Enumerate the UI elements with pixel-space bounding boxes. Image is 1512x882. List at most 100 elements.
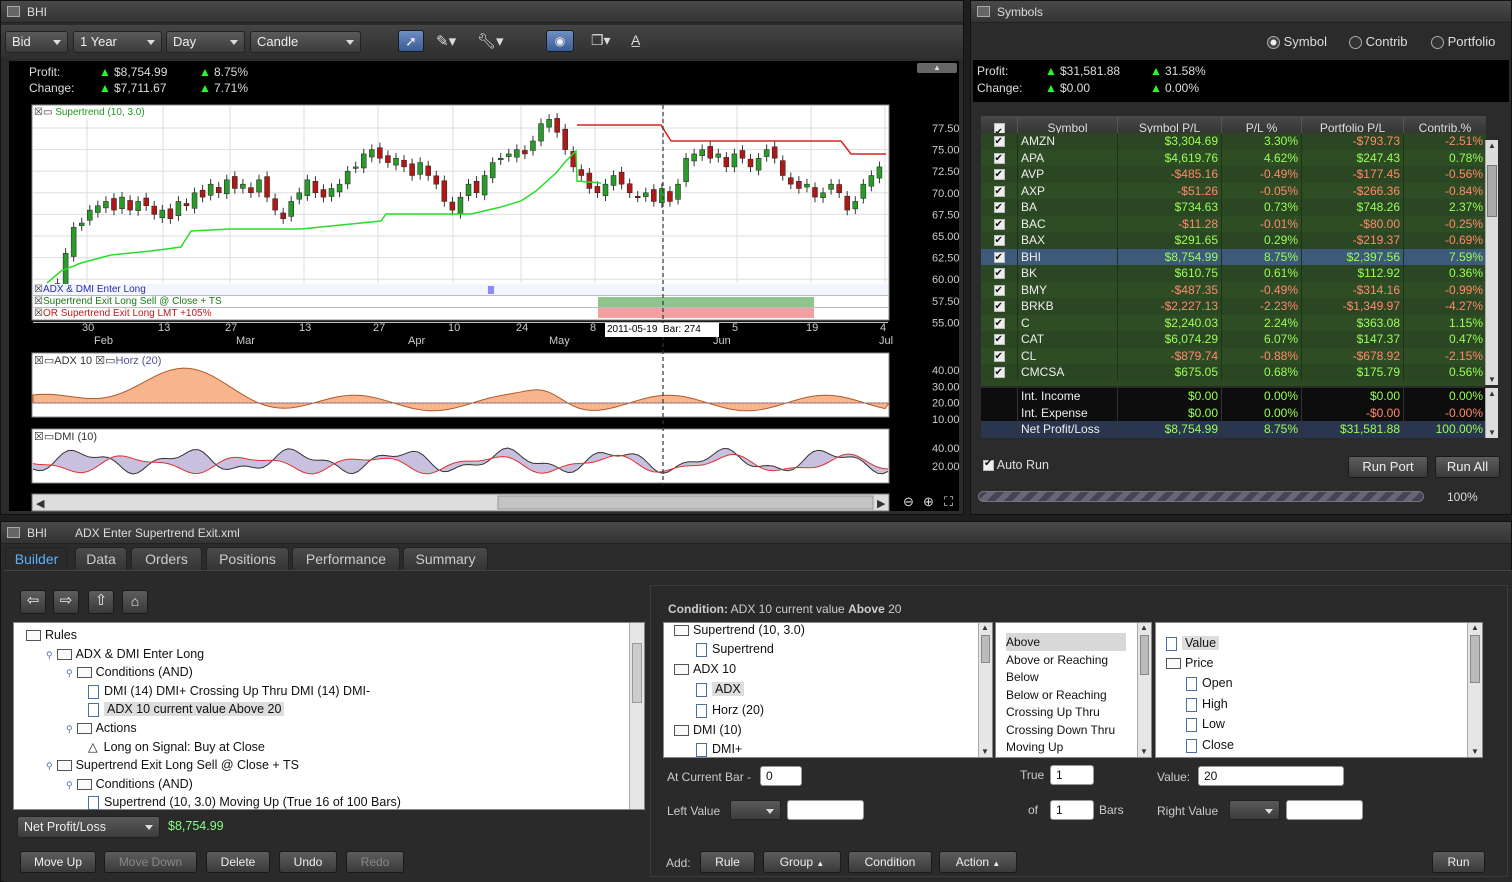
rules-tree-scrollbar[interactable] xyxy=(629,623,644,809)
row-checkbox[interactable] xyxy=(981,249,1017,266)
symbol-row[interactable]: AXP-$51.26-0.05%-$266.36-0.84% xyxy=(981,182,1486,200)
value-input[interactable]: 20 xyxy=(1198,766,1344,786)
operator-list[interactable]: Above Above or Reaching Below Below or Reac… xyxy=(995,622,1152,758)
zoom-in-icon[interactable]: ⊕ xyxy=(923,494,934,510)
value-item[interactable]: High xyxy=(1186,695,1228,713)
back-button[interactable]: ⇦ xyxy=(20,590,46,614)
symbol-row[interactable]: BK$610.750.61%$112.920.36% xyxy=(981,265,1486,283)
symbol-row[interactable]: AMZN$3,304.693.30%-$793.73-2.51% xyxy=(981,133,1486,151)
symbol-row[interactable]: BHI$8,754.998.75%$2,397.567.59% xyxy=(981,248,1486,266)
auto-run-checkbox[interactable]: Auto Run xyxy=(983,458,1049,472)
tree-condition-node[interactable]: Supertrend (10, 3.0) Moving Up (True 16 … xyxy=(88,793,401,811)
dmi-legend[interactable]: ☒▭DMI (10) xyxy=(34,430,98,443)
row-checkbox[interactable] xyxy=(981,133,1017,151)
tree-group-node[interactable]: Rules xyxy=(26,626,77,644)
indicator-item[interactable]: DMI (10) xyxy=(674,721,742,739)
radio-symbol[interactable]: Symbol xyxy=(1267,34,1327,50)
tree-group-node[interactable]: ⚲ Conditions (AND) xyxy=(66,775,193,793)
tree-condition-node[interactable]: DMI (14) DMI+ Crossing Up Thru DMI (14) … xyxy=(88,682,370,700)
row-checkbox[interactable] xyxy=(981,166,1017,184)
run-button[interactable]: Run xyxy=(1432,851,1485,873)
row-checkbox[interactable] xyxy=(981,364,1017,382)
run-all-button[interactable]: Run All xyxy=(1435,456,1500,478)
redo-button[interactable]: Redo xyxy=(346,851,404,873)
radio-contrib[interactable]: Contrib xyxy=(1349,34,1408,50)
move-up-button[interactable]: Move Up xyxy=(20,851,96,873)
home-button[interactable]: ⌂ xyxy=(122,590,148,614)
indicator-item[interactable]: Supertrend (10, 3.0) xyxy=(674,623,805,639)
row-checkbox[interactable] xyxy=(981,331,1017,349)
zoom-out-icon[interactable]: ⊖ xyxy=(903,494,914,510)
row-checkbox[interactable] xyxy=(981,150,1017,167)
radio-portfolio[interactable]: Portfolio xyxy=(1431,34,1495,50)
left-value-input[interactable] xyxy=(787,800,864,820)
tree-condition-node[interactable]: ADX 10 current value Above 20 xyxy=(88,700,285,718)
symbol-row[interactable]: BAX$291.650.29%-$219.37-0.69% xyxy=(981,232,1486,250)
symbols-table-scrollbar[interactable]: ▲ ▼ xyxy=(1485,140,1498,385)
add-rule-button[interactable]: Rule xyxy=(700,851,755,873)
value-item[interactable]: Close xyxy=(1186,736,1234,754)
row-checkbox[interactable] xyxy=(981,265,1017,283)
summary-scrollbar[interactable]: ▲ ▼ xyxy=(1485,388,1498,438)
operator-item[interactable]: Below or Reaching xyxy=(1006,686,1107,704)
operator-item[interactable]: Above xyxy=(1006,633,1126,651)
symbol-row[interactable]: BAC-$11.28-0.01%-$80.00-0.25% xyxy=(981,215,1486,233)
rules-tree[interactable]: Rules ⚲ ADX & DMI Enter Long ⚲ Conditions (A… xyxy=(13,622,645,811)
tree-group-node[interactable]: ⚲ Supertrend Exit Long Sell @ Close + TS xyxy=(46,756,299,774)
collapse-chart-icon[interactable]: ▲ xyxy=(917,63,957,73)
metric-dropdown[interactable]: Net Profit/Loss xyxy=(17,816,160,838)
symbol-row[interactable]: CMCSA$675.050.68%$175.790.56% xyxy=(981,364,1486,382)
tree-group-node[interactable]: ⚲ Actions xyxy=(66,719,137,737)
operator-item[interactable]: Below xyxy=(1006,668,1039,686)
indicator-item[interactable]: Supertrend xyxy=(696,640,774,658)
row-checkbox[interactable] xyxy=(981,216,1017,233)
tab-data[interactable]: Data xyxy=(75,547,127,570)
indicator-item[interactable]: ADX xyxy=(696,680,744,698)
true-count-input[interactable]: 1 xyxy=(1050,765,1094,785)
row-checkbox[interactable] xyxy=(981,232,1017,250)
row-checkbox[interactable] xyxy=(981,199,1017,217)
indicator-item[interactable]: Horz (20) xyxy=(696,701,764,719)
right-value-dropdown[interactable] xyxy=(1229,800,1280,820)
tab-positions[interactable]: Positions xyxy=(206,547,289,570)
value-item[interactable]: Low xyxy=(1186,715,1225,733)
tree-group-node[interactable]: ⚲ ADX & DMI Enter Long xyxy=(46,645,204,663)
symbol-row[interactable]: CAT$6,074.296.07%$147.370.47% xyxy=(981,331,1486,349)
lane-exit-ts[interactable]: ☒Supertrend Exit Long Sell @ Close + TS xyxy=(34,296,222,307)
tree-action-node[interactable]: △ Long on Signal: Buy at Close xyxy=(88,738,265,756)
lane-exit-lmt[interactable]: ☒OR Supertrend Exit Long LMT +105% xyxy=(34,308,212,319)
undo-button[interactable]: Undo xyxy=(279,851,337,873)
row-checkbox[interactable] xyxy=(981,282,1017,299)
at-bar-input[interactable]: 0 xyxy=(760,766,802,786)
run-port-button[interactable]: Run Port xyxy=(1348,456,1428,478)
dmi-pane[interactable] xyxy=(31,428,890,484)
add-action-button[interactable]: Action ▲ xyxy=(939,851,1017,873)
value-item[interactable]: Price xyxy=(1166,654,1213,672)
symbol-row[interactable]: APA$4,619.764.62%$247.430.78% xyxy=(981,149,1486,167)
add-condition-button[interactable]: Condition xyxy=(848,851,932,873)
operator-item[interactable]: Above or Reaching xyxy=(1006,651,1108,669)
forward-button[interactable]: ⇨ xyxy=(53,590,79,614)
indicator-item[interactable]: ADX 10 xyxy=(674,660,736,678)
bars-input[interactable]: 1 xyxy=(1050,800,1094,820)
row-checkbox[interactable] xyxy=(981,348,1017,365)
value-list[interactable]: Value Price Open High Low Close xyxy=(1155,622,1483,758)
row-checkbox[interactable] xyxy=(981,298,1017,316)
chart-scroll-thumb[interactable] xyxy=(497,495,874,510)
indicator-item[interactable]: DMI+ xyxy=(696,740,742,757)
operator-item[interactable]: Moving Up xyxy=(1006,738,1063,756)
fit-icon[interactable]: ⛶ xyxy=(944,494,953,510)
symbol-row[interactable]: BA$734.630.73%$748.262.37% xyxy=(981,199,1486,217)
supertrend-legend[interactable]: ☒▭ Supertrend (10, 3.0) xyxy=(34,107,145,118)
indicator-list-scrollbar[interactable]: ▲ ▼ xyxy=(978,623,992,757)
symbol-row[interactable]: BRKB-$2,227.13-2.23%-$1,349.97-4.27% xyxy=(981,298,1486,316)
left-value-dropdown[interactable] xyxy=(730,800,781,820)
tab-orders[interactable]: Orders xyxy=(131,547,202,570)
adx-legend[interactable]: ☒▭ADX 10 ☒▭Horz (20) xyxy=(34,354,162,367)
tab-builder[interactable]: Builder xyxy=(5,547,68,570)
value-list-scrollbar[interactable]: ▲ ▼ xyxy=(1467,623,1482,757)
tree-group-node[interactable]: ⚲ Conditions (AND) xyxy=(66,663,193,681)
lane-enter-long[interactable]: ☒ADX & DMI Enter Long xyxy=(34,284,146,295)
symbol-row[interactable]: BMY-$487.35-0.49%-$314.16-0.99% xyxy=(981,281,1486,299)
symbol-row[interactable]: CL-$879.74-0.88%-$678.92-2.15% xyxy=(981,347,1486,365)
